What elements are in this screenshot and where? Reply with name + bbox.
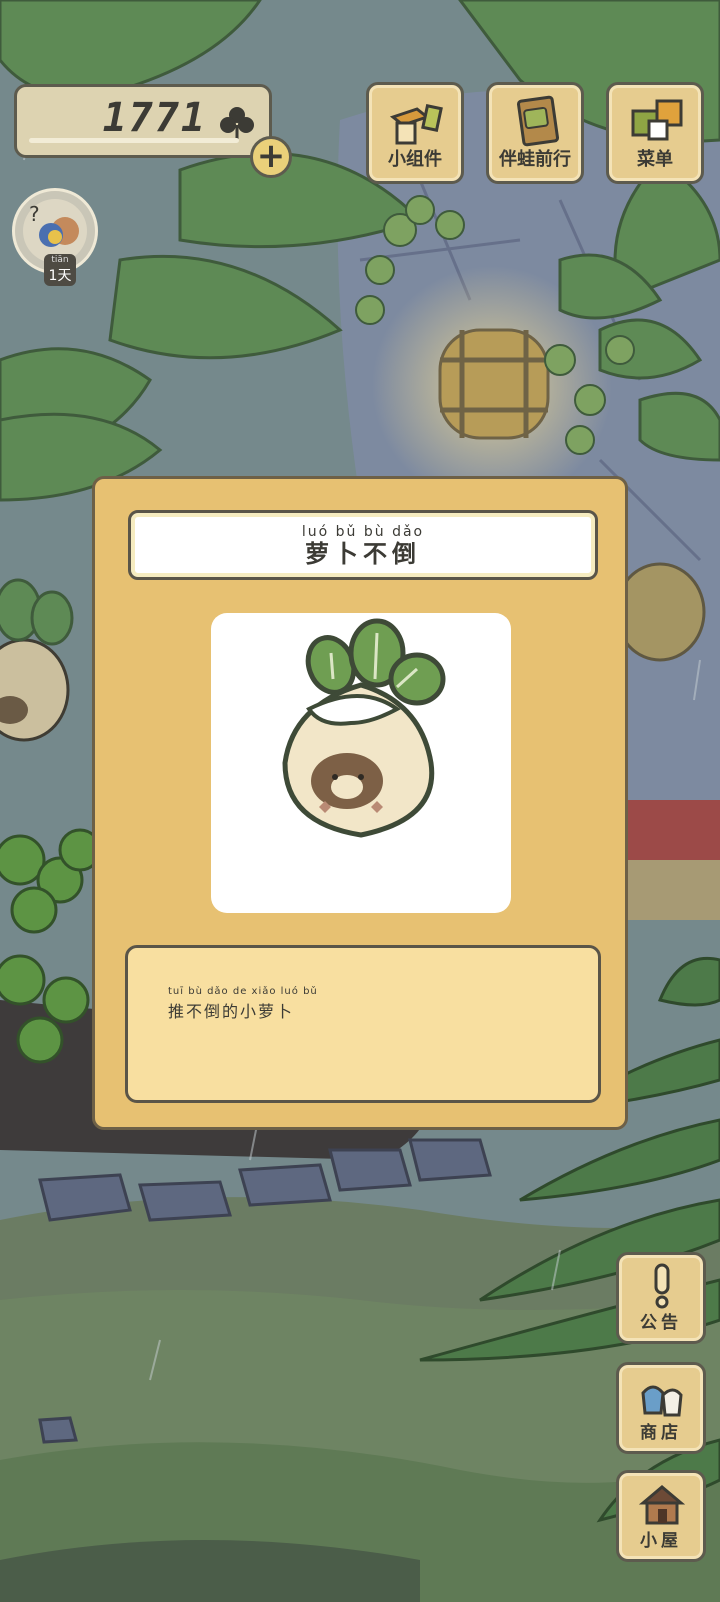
item-description-box: tuī bù dǎo de xiǎo luó bǔ 推不倒的小萝卜 [125,945,601,1103]
item-title-pinyin: luó bǔ bù dǎo [301,524,425,540]
widget-icon [389,104,443,145]
shop-bag-icon [641,1385,683,1417]
days-label: 1天 [48,268,72,284]
item-description: 推不倒的小萝卜 [168,1002,295,1021]
menu-cards-icon [631,99,683,141]
travel-journal-button[interactable]: 伴蛙前行 [486,82,584,184]
house-button[interactable]: 小屋 [616,1470,706,1562]
clover-counter: 1771 [14,84,272,158]
announcement-button[interactable]: 公告 [616,1252,706,1344]
item-description-pinyin: tuī bù dǎo de xiǎo luó bǔ [168,986,318,997]
item-image-frame [211,613,511,913]
menu-label: 菜单 [637,149,673,170]
days-badge: tiān 1天 [44,254,76,286]
counter-underline [29,138,239,143]
svg-text:?: ? [29,202,40,226]
exclamation-icon [654,1263,670,1309]
item-title: 萝卜不倒 [305,540,421,568]
widget-label: 小组件 [388,149,442,170]
clover-icon [220,107,254,141]
item-title-box: luó bǔ bù dǎo 萝卜不倒 [128,510,598,580]
shop-button[interactable]: 商店 [616,1362,706,1454]
days-pinyin: tiān [51,255,69,265]
radish-tumbler-icon [282,618,446,838]
shop-label: 商店 [640,1423,682,1443]
journal-icon [516,95,560,147]
clover-count: 1771 [102,95,207,141]
add-clover-button[interactable]: + [250,136,292,178]
house-icon [639,1485,685,1525]
menu-button[interactable]: 菜单 [606,82,704,184]
announcement-label: 公告 [640,1313,682,1333]
widget-button[interactable]: 小组件 [366,82,464,184]
plus-icon: + [256,136,286,176]
travel-journal-label: 伴蛙前行 [499,149,571,170]
item-detail-popup: luó bǔ bù dǎo 萝卜不倒 tuī bù dǎo de xiǎo lu… [92,476,628,1130]
house-label: 小屋 [640,1531,682,1551]
